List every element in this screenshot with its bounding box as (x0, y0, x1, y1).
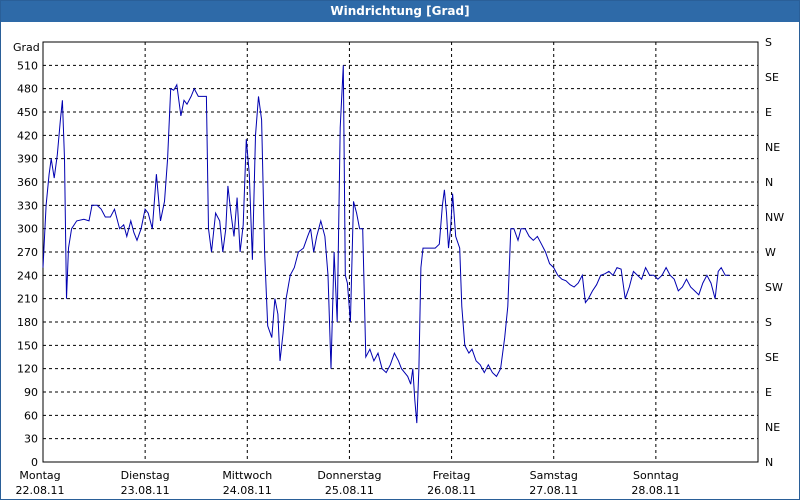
x-tick-date: 22.08.11 (16, 484, 65, 497)
y-tick-label: 180 (17, 316, 38, 329)
y-tick-label: 90 (24, 386, 38, 399)
y-tick-label: 480 (17, 83, 38, 96)
chart-area: 0 30 60 90 120 150 180 210 240 270 300 330 360 390 420… (13, 36, 784, 497)
y-tick-label: 240 (17, 269, 38, 282)
y-tick-label: 510 (17, 59, 38, 72)
y2-tick-label: SE (765, 71, 779, 84)
x-tick-date: 26.08.11 (427, 484, 476, 497)
x-tick-day: Freitag (433, 469, 471, 482)
x-tick-date: 28.08.11 (631, 484, 680, 497)
x-tick-day: Mittwoch (222, 469, 272, 482)
y-tick-label: 150 (17, 339, 38, 352)
x-tick-date: 25.08.11 (325, 484, 374, 497)
y-tick-label: 330 (17, 199, 38, 212)
x-tick-day: Sonntag (633, 469, 679, 482)
y2-tick-label: N (765, 456, 773, 469)
y2-tick-label: S (765, 316, 772, 329)
y2-tick-label: NE (765, 421, 780, 434)
x-tick-day: Donnerstag (317, 469, 381, 482)
x-tick-day: Montag (19, 469, 60, 482)
y-tick-label: 60 (24, 409, 38, 422)
y-tick-label: 360 (17, 176, 38, 189)
x-tick-day: Samstag (530, 469, 578, 482)
y-axis-label: Grad (13, 41, 40, 54)
y-tick-label: 210 (17, 293, 38, 306)
y-tick-label: 450 (17, 106, 38, 119)
y-tick-label: 30 (24, 433, 38, 446)
x-tick-date: 23.08.11 (121, 484, 170, 497)
y-tick-label: 420 (17, 129, 38, 142)
y2-tick-label: S (765, 36, 772, 49)
x-tick-date: 24.08.11 (223, 484, 272, 497)
x-tick-day: Dienstag (121, 469, 170, 482)
y2-tick-label: NW (765, 211, 784, 224)
y2-tick-label: N (765, 176, 773, 189)
y-tick-label: 270 (17, 246, 38, 259)
y2-tick-label: SW (765, 281, 783, 294)
x-tick-date: 27.08.11 (529, 484, 578, 497)
y-tick-label: 120 (17, 363, 38, 376)
y2-tick-label: W (765, 246, 776, 259)
y2-tick-label: E (765, 106, 772, 119)
y2-tick-label: SE (765, 351, 779, 364)
chart-window: Windrichtung [Grad] 0 30 60 90 120 150 180 210 2… (0, 0, 800, 500)
y2-tick-label: E (765, 386, 772, 399)
y-tick-label: 0 (31, 456, 38, 469)
y-tick-label: 390 (17, 153, 38, 166)
y2-tick-label: NE (765, 141, 780, 154)
window-title: Windrichtung [Grad] (1, 1, 799, 22)
y-tick-label: 300 (17, 223, 38, 236)
